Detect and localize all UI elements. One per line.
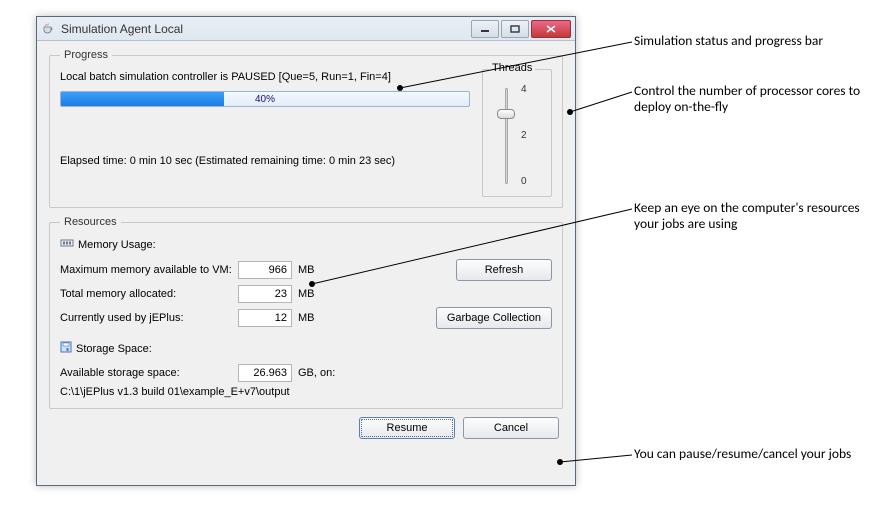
progress-legend: Progress xyxy=(60,49,112,61)
resources-group: Resources Memory Usage: Maximum memory a… xyxy=(49,216,563,409)
avail-storage-value xyxy=(238,364,292,382)
minimize-button[interactable] xyxy=(471,20,499,38)
storage-space-header: Storage Space: xyxy=(76,343,152,355)
total-alloc-unit: MB xyxy=(298,288,338,300)
annotation-resources: Keep an eye on the computer's resources … xyxy=(634,200,874,232)
status-text: Local batch simulation controller is PAU… xyxy=(60,71,470,83)
threads-slider-track[interactable] xyxy=(505,88,508,184)
max-vm-unit: MB xyxy=(298,264,338,276)
threads-tick-0: 0 xyxy=(521,176,527,187)
threads-slider-thumb[interactable] xyxy=(497,109,515,119)
elapsed-time-text: Elapsed time: 0 min 10 sec (Estimated re… xyxy=(60,155,470,167)
refresh-button[interactable]: Refresh xyxy=(456,259,552,281)
used-value xyxy=(238,309,292,327)
dialog-window: Simulation Agent Local Progress Local ba… xyxy=(36,16,576,486)
threads-tick-2: 2 xyxy=(521,130,527,141)
garbage-collection-button[interactable]: Garbage Collection xyxy=(436,307,552,329)
annotation-footer: You can pause/resume/cancel your jobs xyxy=(634,446,874,462)
threads-group: Threads 4 2 0 xyxy=(482,69,552,197)
disk-icon xyxy=(60,341,72,356)
threads-legend: Threads xyxy=(489,62,535,74)
avail-storage-label: Available storage space: xyxy=(60,367,232,379)
total-alloc-label: Total memory allocated: xyxy=(60,288,232,300)
avail-storage-unit: GB, on: xyxy=(298,367,358,379)
max-vm-value xyxy=(238,261,292,279)
resources-legend: Resources xyxy=(60,216,121,228)
maximize-button[interactable] xyxy=(501,20,529,38)
java-cup-icon xyxy=(41,22,55,36)
memory-usage-header: Memory Usage: xyxy=(78,239,156,251)
titlebar[interactable]: Simulation Agent Local xyxy=(37,17,575,41)
progress-bar: 40% xyxy=(60,91,470,107)
resume-button[interactable]: Resume xyxy=(359,417,455,439)
window-title: Simulation Agent Local xyxy=(61,22,469,36)
threads-tick-4: 4 xyxy=(521,84,527,95)
cancel-button[interactable]: Cancel xyxy=(463,417,559,439)
max-vm-label: Maximum memory available to VM: xyxy=(60,264,232,276)
close-button[interactable] xyxy=(531,20,571,38)
output-path: C:\1\jEPlus v1.3 build 01\example_E+v7\o… xyxy=(60,386,552,398)
total-alloc-value xyxy=(238,285,292,303)
annotation-threads: Control the number of processor cores to… xyxy=(634,83,874,115)
progress-group: Progress Local batch simulation controll… xyxy=(49,49,563,208)
used-unit: MB xyxy=(298,312,338,324)
used-label: Currently used by jEPlus: xyxy=(60,312,232,324)
annotation-progress: Simulation status and progress bar xyxy=(634,33,874,49)
memory-chip-icon xyxy=(60,238,74,251)
progress-percent-label: 40% xyxy=(61,92,469,106)
